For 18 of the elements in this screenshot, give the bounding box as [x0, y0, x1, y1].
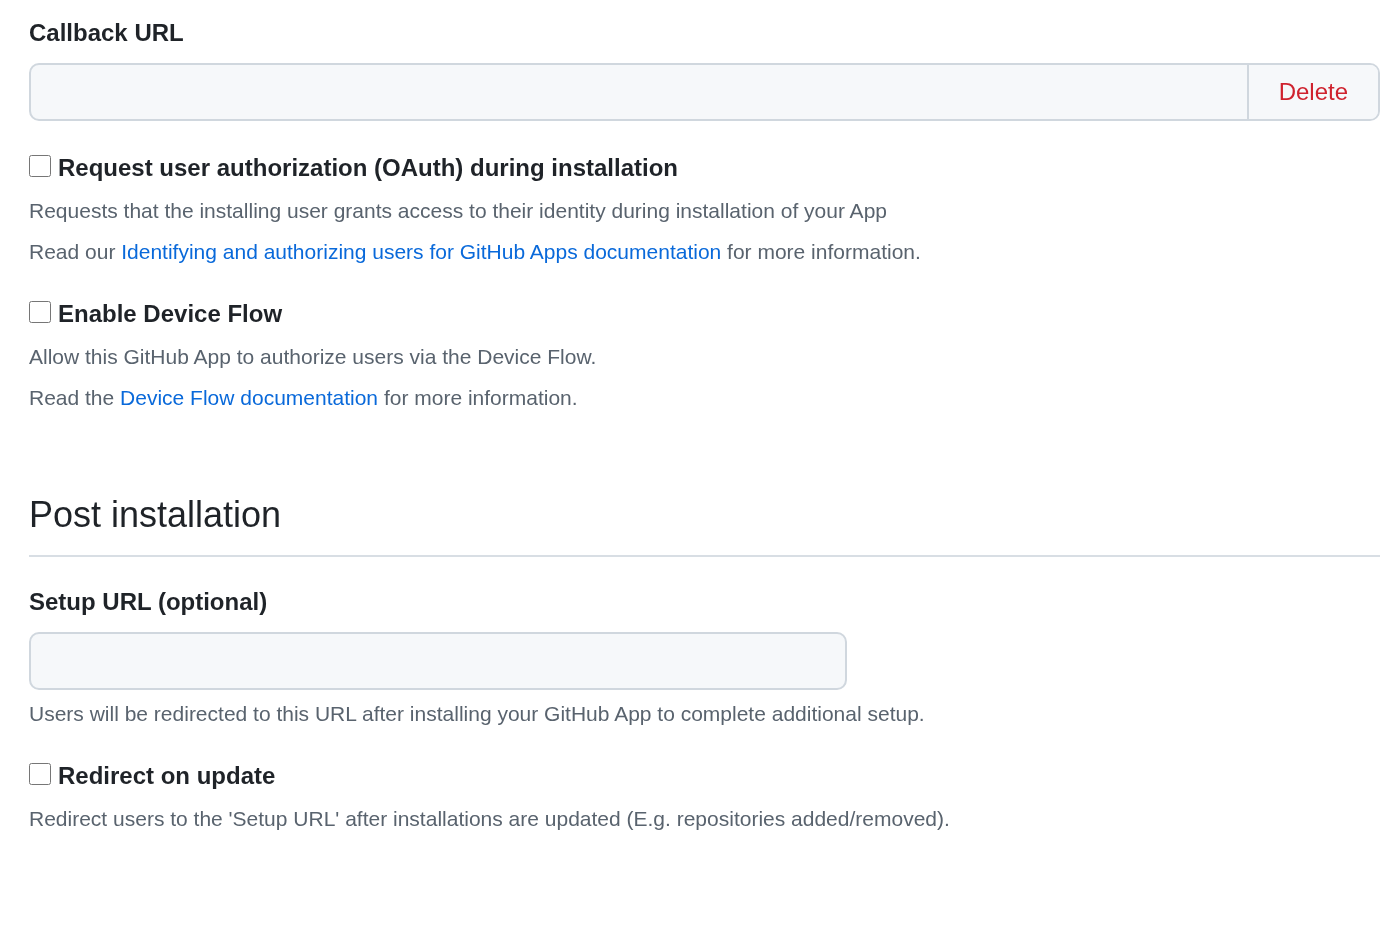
option-label: Enable Device Flow — [58, 299, 283, 329]
option-label: Redirect on update — [58, 761, 276, 791]
setup-url-input[interactable] — [29, 632, 847, 690]
section-heading: Post installation — [29, 493, 283, 537]
documentation-link[interactable]: Device Flow documentation — [120, 386, 379, 409]
checkbox[interactable] — [29, 763, 51, 785]
option-description: Redirect users to the 'Setup URL' after installations are updated (E.g. repositories added/removed). — [29, 806, 951, 832]
option-description: Allow this GitHub App to authorize users via the Device Flow. — [29, 344, 598, 370]
checkbox[interactable] — [29, 301, 51, 323]
field-label: Callback URL — [29, 18, 185, 48]
option-description: Requests that the installing user grants access to their identity during installation of your App — [29, 198, 888, 224]
checkbox[interactable] — [29, 155, 51, 177]
option-label: Request user authorization (OAuth) during installation — [58, 153, 678, 183]
field-hint: Users will be redirected to this URL after installing your GitHub App to complete additional setup. — [29, 701, 926, 727]
field-label: Setup URL (optional) — [29, 587, 269, 617]
option-description: Read our Identifying and authorizing users for GitHub Apps documentation for more information. — [29, 239, 922, 265]
option-description: Read the Device Flow documentation for more information. — [29, 385, 579, 411]
documentation-link[interactable]: Identifying and authorizing users for GitHub Apps documentation — [121, 240, 722, 263]
